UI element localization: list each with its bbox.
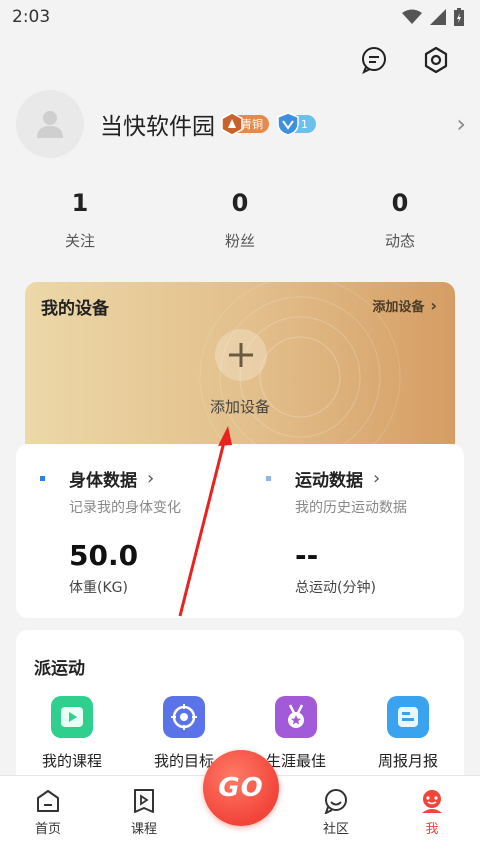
nav-label: 社区: [322, 822, 349, 837]
sport-data-subtitle: 我的历史运动数据: [295, 500, 407, 516]
profile-header[interactable]: 当快软件园 青铜 1 ›: [16, 88, 466, 160]
body-data-subtitle: 记录我的身体变化: [69, 500, 181, 516]
nav-label: 课程: [130, 822, 157, 837]
vip-shield-icon: [277, 112, 299, 136]
wifi-icon: [402, 9, 422, 24]
stats-row: 1 关注 0 粉丝 0 动态: [0, 186, 480, 251]
username: 当快软件园: [100, 114, 215, 140]
bullet-icon: [266, 476, 271, 481]
my-devices-card: 我的设备 添加设备 › 添加设备: [25, 282, 455, 462]
sport-item-label: 生涯最佳: [265, 752, 326, 770]
add-device-link-label: 添加设备: [372, 300, 425, 315]
sport-item-label: 我的课程: [41, 752, 102, 770]
nav-courses[interactable]: 课程: [96, 776, 192, 853]
sport-item-label: 我的目标: [153, 752, 214, 770]
level-badge: 青铜: [221, 112, 269, 136]
vip-badge-label: 1: [301, 117, 308, 131]
add-device-button[interactable]: [215, 329, 267, 381]
vip-badge: 1: [277, 112, 316, 136]
add-device-link[interactable]: 添加设备 ›: [372, 296, 437, 315]
settings-icon[interactable]: [418, 42, 454, 78]
body-data-section[interactable]: 身体数据 › 记录我的身体变化 50.0 体重(KG): [40, 466, 260, 597]
nav-label: 我: [425, 822, 439, 837]
stat-label: 粉丝: [224, 232, 255, 250]
me-icon: [422, 790, 442, 813]
chevron-right-icon: ›: [147, 468, 155, 489]
avatar[interactable]: [16, 90, 84, 158]
sport-data-section[interactable]: 运动数据 › 我的历史运动数据 -- 总运动(分钟): [266, 466, 480, 597]
status-icons: [402, 8, 464, 26]
status-time: 2:03: [12, 7, 51, 27]
stat-label: 关注: [64, 232, 95, 250]
course-play-icon: [134, 789, 154, 813]
reports-item[interactable]: 周报月报: [352, 696, 464, 771]
weight-unit: 体重(KG): [69, 580, 128, 596]
home-icon: [37, 790, 59, 812]
devices-title: 我的设备: [41, 299, 109, 319]
target-icon: [163, 696, 205, 738]
nav-me[interactable]: 我: [384, 776, 480, 853]
go-label: GO: [218, 773, 264, 803]
stat-value: 1: [71, 189, 89, 217]
sport-data-title: 运动数据: [295, 471, 363, 491]
report-icon: [387, 696, 429, 738]
sport-item-label: 周报月报: [377, 752, 438, 770]
chevron-right-icon[interactable]: ›: [456, 110, 466, 138]
stat-value: 0: [391, 189, 409, 217]
user-placeholder-icon: [37, 111, 63, 138]
nav-home[interactable]: 首页: [0, 776, 96, 853]
sport-section-title: 派运动: [34, 659, 85, 679]
nav-community[interactable]: 社区: [288, 776, 384, 853]
stat-followers[interactable]: 0 粉丝: [160, 186, 320, 251]
message-icon[interactable]: [356, 42, 392, 78]
community-icon: [324, 789, 347, 814]
signal-icon: [430, 9, 446, 25]
course-icon: [51, 696, 93, 738]
bullet-icon: [40, 476, 45, 481]
total-exercise-unit: 总运动(分钟): [295, 580, 376, 596]
chevron-right-icon: ›: [430, 296, 437, 315]
weight-value: 50.0: [69, 539, 139, 572]
stat-label: 动态: [384, 232, 415, 250]
stat-following[interactable]: 1 关注: [0, 186, 160, 251]
nav-label: 首页: [34, 822, 61, 837]
bronze-badge-icon: [221, 112, 243, 136]
plus-icon: [229, 343, 253, 367]
go-button[interactable]: GO: [203, 750, 279, 826]
add-device-label[interactable]: 添加设备: [25, 396, 455, 417]
total-exercise-value: --: [295, 539, 319, 572]
status-bar: 2:03: [0, 0, 480, 34]
data-card: 身体数据 › 记录我的身体变化 50.0 体重(KG) 运动数据 › 我的历史运…: [16, 444, 464, 618]
medal-icon: [275, 696, 317, 738]
body-data-title: 身体数据: [69, 471, 137, 491]
battery-icon: [454, 8, 464, 26]
stat-value: 0: [231, 189, 249, 217]
my-courses-item[interactable]: 我的课程: [16, 696, 128, 771]
chevron-right-icon: ›: [373, 468, 381, 489]
stat-posts[interactable]: 0 动态: [320, 186, 480, 251]
top-actions: [356, 42, 454, 78]
level-badge-label: 青铜: [241, 118, 263, 131]
